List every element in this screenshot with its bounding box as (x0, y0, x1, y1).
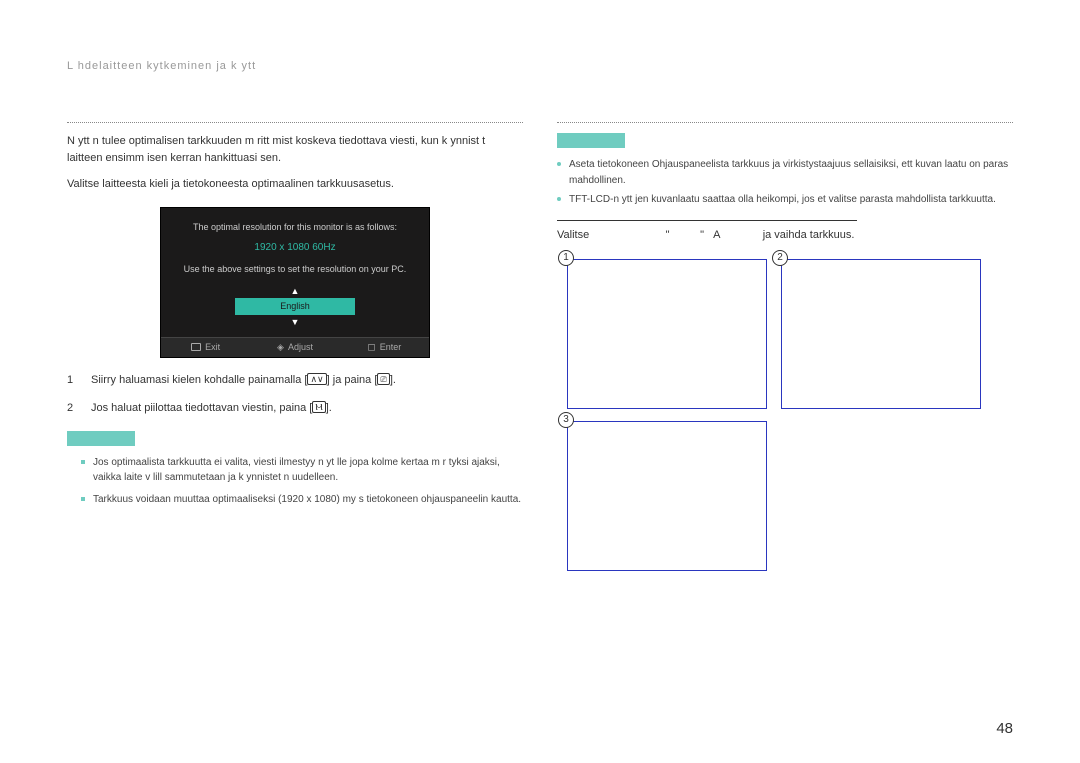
content-columns: N ytt n tulee optimalisen tarkkuuden m r… (67, 122, 1013, 733)
bullet-icon (81, 460, 85, 464)
osd-exit-label: Exit (205, 342, 220, 352)
sub-bullet-icon (557, 197, 561, 201)
note-text: Tarkkuus voidaan muuttaa optimaaliseksi … (93, 492, 521, 508)
intro-para-2: Valitse laitteesta kieli ja tietokoneest… (67, 176, 523, 193)
solid-separator (557, 220, 857, 221)
note-item: TFT-LCD-n ytt jen kuvanlaatu saattaa oll… (557, 192, 1013, 208)
note-box-left: Jos optimaalista tarkkuutta ei valita, v… (67, 431, 523, 508)
note-tag-left (67, 431, 135, 446)
osd-up-arrow: ▲ (235, 286, 355, 296)
note-text: Jos optimaalista tarkkuutta ei valita, v… (93, 455, 523, 486)
arrows-icon: ∧∨ (307, 373, 326, 385)
osd-dialog: The optimal resolution for this monitor … (160, 207, 430, 358)
image-number-3: 3 (558, 412, 574, 428)
source-icon: ⎚ (377, 373, 389, 385)
page-number: 48 (996, 720, 1013, 737)
note-item: Tarkkuus voidaan muuttaa optimaaliseksi … (81, 492, 523, 508)
step1-mid: ] ja paina [ (327, 374, 378, 386)
step2-pre: Jos haluat piilottaa tiedottavan viestin… (91, 402, 312, 414)
osd-language-selector: ▲ English ▼ (235, 286, 355, 326)
step-number: 1 (67, 372, 81, 389)
page-header: L hdelaitteen kytkeminen ja k ytt (67, 60, 1013, 72)
screenshot-placeholder-2: 2 (781, 259, 981, 409)
step1-pre: Siirry haluamasi kielen kohdalle painama… (91, 374, 307, 386)
note-item: Jos optimaalista tarkkuutta ei valita, v… (81, 455, 523, 486)
valitse-post: ja vaihda tarkkuus. (763, 229, 855, 241)
step2-post: ]. (326, 402, 332, 414)
exit-icon (191, 343, 201, 351)
valitse-q1: " (666, 229, 670, 241)
intro-para-1: N ytt n tulee optimalisen tarkkuuden m r… (67, 133, 523, 166)
note-item: Aseta tietokoneen Ohjauspaneelista tarkk… (557, 157, 1013, 188)
osd-body: The optimal resolution for this monitor … (161, 208, 429, 337)
valitse-instruction: Valitse " " A ja vaihda tarkkuus. (557, 229, 1013, 241)
osd-button-bar: Exit ◈ Adjust ◻ Enter (161, 337, 429, 357)
step-text: Jos haluat piilottaa tiedottavan viestin… (91, 400, 332, 417)
steps-list: 1 Siirry haluamasi kielen kohdalle paina… (67, 372, 523, 417)
step-2: 2 Jos haluat piilottaa tiedottavan viest… (67, 400, 523, 417)
osd-exit: Exit (161, 342, 250, 352)
note-text: Aseta tietokoneen Ohjauspaneelista tarkk… (569, 157, 1013, 188)
screenshot-placeholder-3: 3 (567, 421, 767, 571)
osd-enter-label: Enter (380, 342, 402, 352)
enter-icon: ◻ (367, 342, 375, 353)
step-number: 2 (67, 400, 81, 417)
valitse-a: A (713, 229, 720, 241)
valitse-pre: Valitse (557, 229, 589, 241)
image-number-2: 2 (772, 250, 788, 266)
sub-bullet-icon (557, 162, 561, 166)
right-column: Aseta tietokoneen Ohjauspaneelista tarkk… (557, 122, 1013, 733)
osd-enter: ◻ Enter (340, 342, 429, 353)
step1-post: ]. (390, 374, 396, 386)
osd-resolution: 1920 x 1080 60Hz (175, 240, 415, 256)
note-content-left: Jos optimaalista tarkkuutta ei valita, v… (67, 449, 523, 508)
step-1: 1 Siirry haluamasi kielen kohdalle paina… (67, 372, 523, 389)
osd-down-arrow: ▼ (235, 317, 355, 327)
screenshot-placeholder-1: 1 (567, 259, 767, 409)
note-tag-right (557, 133, 625, 148)
valitse-q2: " (700, 229, 704, 241)
bullet-icon (81, 497, 85, 501)
step-text: Siirry haluamasi kielen kohdalle painama… (91, 372, 396, 389)
osd-language-value: English (235, 298, 355, 314)
osd-adjust-label: Adjust (288, 342, 313, 352)
note-text: TFT-LCD-n ytt jen kuvanlaatu saattaa oll… (569, 192, 996, 208)
osd-instruction-1: The optimal resolution for this monitor … (175, 220, 415, 234)
osd-adjust: ◈ Adjust (250, 342, 339, 353)
osd-instruction-2: Use the above settings to set the resolu… (175, 262, 415, 276)
menu-icon: Ⲙ (312, 401, 325, 413)
note-box-right: Aseta tietokoneen Ohjauspaneelista tarkk… (557, 133, 1013, 208)
dotted-separator-left (67, 122, 523, 123)
dotted-separator-right (557, 122, 1013, 123)
left-column: N ytt n tulee optimalisen tarkkuuden m r… (67, 122, 523, 733)
note-content-right: Aseta tietokoneen Ohjauspaneelista tarkk… (557, 151, 1013, 208)
image-number-1: 1 (558, 250, 574, 266)
adjust-icon: ◈ (277, 342, 284, 353)
